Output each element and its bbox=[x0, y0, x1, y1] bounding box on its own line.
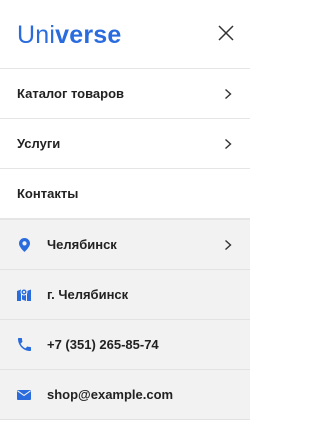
address-label: г. Челябинск bbox=[47, 287, 129, 302]
menu-item-label: Контакты bbox=[17, 186, 79, 201]
menu-header: Universe bbox=[0, 0, 250, 69]
main-menu: Каталог товаров Услуги Контакты bbox=[0, 69, 250, 219]
menu-item-contacts[interactable]: Контакты bbox=[0, 169, 250, 219]
phone-item[interactable]: +7 (351) 265-85-74 bbox=[0, 320, 250, 370]
close-menu-button[interactable] bbox=[216, 23, 236, 43]
logo-part-verse: verse bbox=[55, 21, 122, 49]
map-icon bbox=[17, 288, 31, 302]
city-label: Челябинск bbox=[47, 237, 117, 252]
chevron-right-icon bbox=[225, 88, 232, 99]
menu-item-catalog[interactable]: Каталог товаров bbox=[0, 69, 250, 119]
menu-item-services[interactable]: Услуги bbox=[0, 119, 250, 169]
close-icon bbox=[218, 25, 234, 41]
chevron-right-icon bbox=[225, 138, 232, 149]
city-selector[interactable]: Челябинск bbox=[0, 220, 250, 270]
email-item[interactable]: shop@example.com bbox=[0, 370, 250, 420]
location-pin-icon bbox=[17, 237, 31, 252]
contact-info-panel: Челябинск г. Челябинск +7 (351) 265-85-7… bbox=[0, 219, 250, 420]
phone-icon bbox=[17, 338, 31, 352]
address-item: г. Челябинск bbox=[0, 270, 250, 320]
logo-part-uni: Uni bbox=[17, 21, 56, 49]
email-label: shop@example.com bbox=[47, 387, 174, 402]
chevron-right-icon bbox=[225, 239, 232, 250]
menu-item-label: Услуги bbox=[17, 136, 61, 151]
phone-label: +7 (351) 265-85-74 bbox=[47, 337, 159, 352]
menu-item-label: Каталог товаров bbox=[17, 86, 125, 101]
envelope-icon bbox=[17, 388, 31, 402]
logo[interactable]: Universe bbox=[17, 21, 121, 49]
